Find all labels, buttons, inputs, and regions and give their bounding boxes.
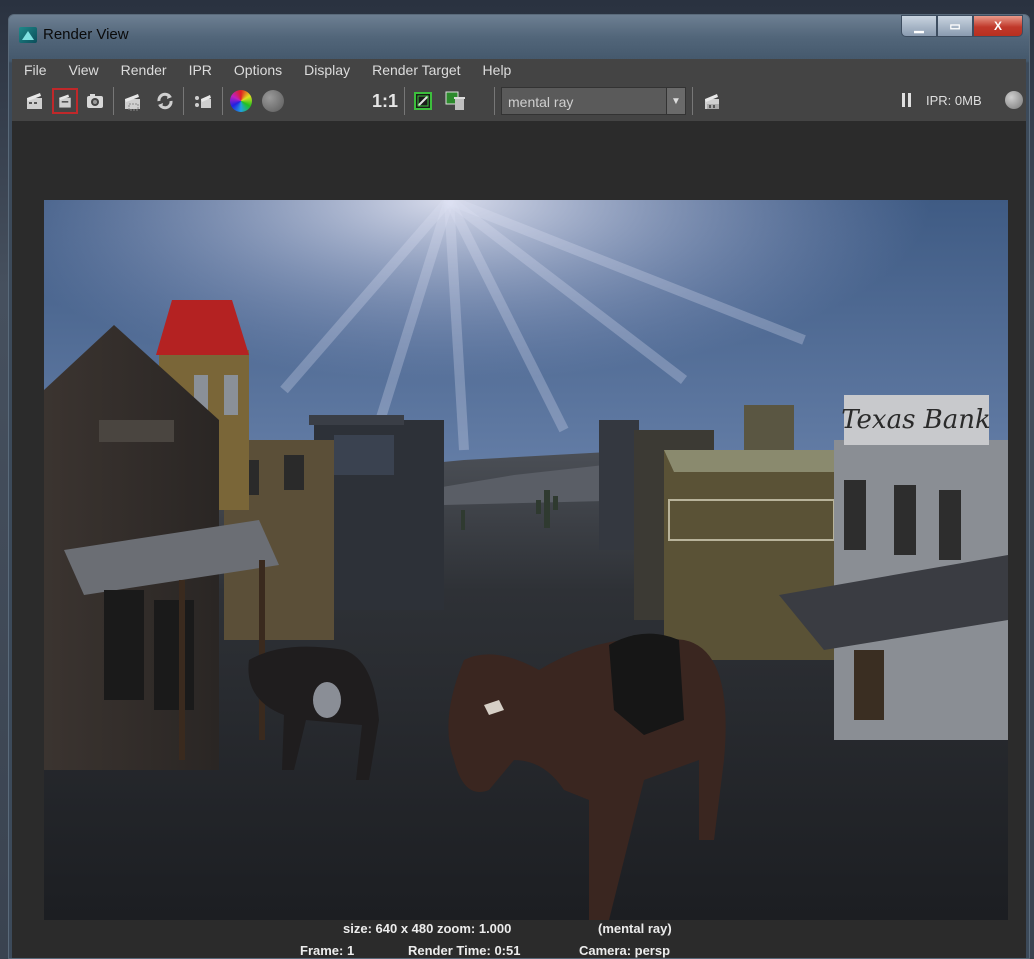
window-controls: ▁ ▭ X [901, 15, 1023, 37]
texas-bank-sign: Texas Bank [841, 405, 991, 435]
menu-file[interactable]: File [12, 62, 57, 78]
toolbar-separator [404, 87, 405, 115]
title-bar[interactable]: Render View ▁ ▭ X [9, 15, 1029, 59]
snapshot-icon [87, 94, 103, 108]
refresh-button[interactable] [152, 88, 178, 114]
render-frame-button[interactable] [22, 88, 48, 114]
western-town-render: Texas Bank [44, 200, 1008, 920]
ipr-render-icon [195, 95, 211, 108]
menu-options[interactable]: Options [222, 62, 292, 78]
maximize-icon: ▭ [949, 19, 961, 33]
renderer-select[interactable]: mental ray ▼ [501, 87, 686, 115]
redo-render-button[interactable] [52, 88, 78, 114]
maximize-button[interactable]: ▭ [937, 15, 973, 37]
toolbar-separator [183, 87, 184, 115]
maya-app-icon [19, 27, 37, 43]
rgb-channels-icon [230, 90, 252, 112]
keep-image-icon [414, 92, 432, 110]
renderer-select-value: mental ray [508, 94, 574, 110]
rgb-channels-button[interactable] [228, 88, 254, 114]
toolbar-separator [113, 87, 114, 115]
close-icon: X [993, 19, 1002, 33]
redo-render-icon [59, 94, 71, 108]
rendered-image[interactable]: Texas Bank [44, 200, 1008, 920]
ipr-memory-label: IPR: 0MB [926, 93, 982, 108]
toolbar-separator [692, 87, 693, 115]
close-button[interactable]: X [973, 15, 1023, 37]
minimize-icon: ▁ [914, 19, 924, 33]
menu-help[interactable]: Help [471, 62, 522, 78]
menu-render-target[interactable]: Render Target [360, 62, 470, 78]
frame-label: Frame: 1 [300, 943, 355, 958]
renderer-label: (mental ray) [598, 921, 672, 936]
camera-label: Camera: persp [579, 943, 671, 958]
menu-display[interactable]: Display [292, 62, 360, 78]
minimize-button[interactable]: ▁ [901, 15, 937, 37]
pause-ipr-icon[interactable] [902, 93, 912, 107]
render-frame-icon [27, 93, 42, 109]
window-title: Render View [43, 26, 129, 43]
toolbar-separator [222, 87, 223, 115]
remove-image-icon [445, 91, 465, 110]
menu-ipr[interactable]: IPR [177, 62, 222, 78]
alpha-channel-button[interactable] [260, 88, 286, 114]
render-view-window: Render View ▁ ▭ X File View Render IPR O… [8, 14, 1030, 959]
render-region-button[interactable] [120, 88, 146, 114]
size-zoom-label: size: 640 x 480 zoom: 1.000 [343, 921, 512, 936]
snapshot-button[interactable] [82, 88, 108, 114]
status-line-2: Frame: 1 Render Time: 0:51 Camera: persp [12, 943, 1026, 958]
refresh-icon [157, 92, 173, 110]
menu-view[interactable]: View [57, 62, 109, 78]
render-time-label: Render Time: 0:51 [408, 943, 521, 958]
render-region-icon [125, 94, 140, 111]
toolbar-separator [494, 87, 495, 115]
render-viewport: Texas Bank size: 640 x 480 zoom: 1.000 (… [12, 121, 1026, 958]
alpha-channel-icon [262, 90, 284, 112]
render-settings-button[interactable] [699, 88, 725, 114]
toolbar: 1:1 mental ray ▼ IPR: 0MB [12, 81, 1026, 121]
menu-bar: File View Render IPR Options Display Ren… [12, 59, 1026, 81]
display-real-size-button[interactable]: 1:1 [372, 91, 398, 112]
keep-image-button[interactable] [410, 88, 436, 114]
ipr-status-indicator [1005, 91, 1023, 109]
menu-render[interactable]: Render [109, 62, 177, 78]
render-view-client: File View Render IPR Options Display Ren… [12, 59, 1026, 958]
render-settings-icon [705, 94, 719, 109]
remove-image-button[interactable] [442, 88, 468, 114]
status-line-1: size: 640 x 480 zoom: 1.000 (mental ray) [12, 921, 1026, 939]
ipr-render-button[interactable] [190, 88, 216, 114]
chevron-down-icon[interactable]: ▼ [666, 88, 685, 114]
